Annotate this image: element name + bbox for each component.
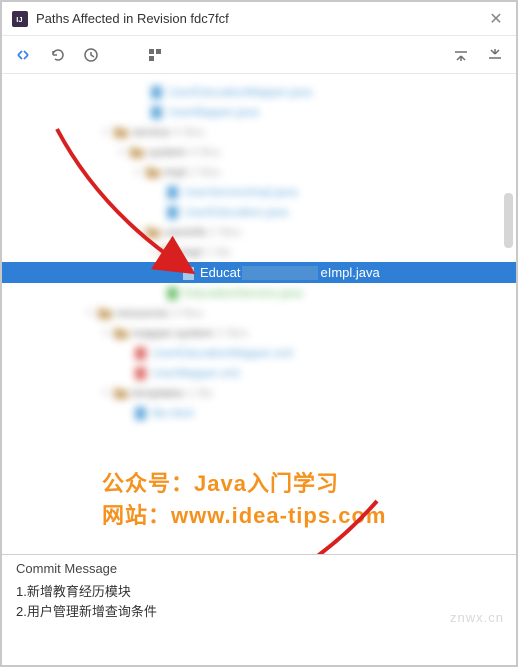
commit-header: Commit Message [16,561,502,576]
window-title: Paths Affected in Revision fdc7fcf [36,11,486,26]
tree-file-selected[interactable]: Educat eImpl.java [2,262,516,283]
tree-file[interactable]: UserEducationMapper.xml [2,343,516,363]
selected-filename-end: eImpl.java [320,265,379,280]
tree-folder[interactable]: ▽resources 3 files [2,303,516,323]
svg-text:IJ: IJ [16,15,22,24]
watermark: znwx.cn [450,610,504,625]
tree-folder[interactable]: ▽impl 1 file [2,242,516,262]
toolbar [2,36,516,74]
history-icon[interactable] [82,46,100,64]
tree-folder[interactable]: ▽userinfo 2 files [2,222,516,242]
commit-line-2: 2.用户管理新增查询条件 [16,602,502,622]
compare-icon[interactable] [14,46,32,64]
tree-file[interactable]: UserServiceImpl.java [2,182,516,202]
collapse-icon[interactable] [486,46,504,64]
tree-file[interactable]: UserMapper.xml [2,363,516,383]
commit-message-section: Commit Message 1.新增教育经历模块 2.用户管理新增查询条件 [2,554,516,631]
java-file-icon [182,266,196,280]
selected-filename-start: Educat [200,265,240,280]
tree-folder[interactable]: ▽system 4 files [2,142,516,162]
tree-file[interactable]: UserEducationMapper.java [2,82,516,102]
overlay-text-1: 公众号：Java入门学习 [102,466,339,498]
scrollbar[interactable] [503,78,513,550]
tree-folder[interactable]: ▽mapper.system 2 files [2,323,516,343]
commit-line-1: 1.新增教育经历模块 [16,582,502,602]
tree-folder[interactable]: ▽impl 2 files [2,162,516,182]
tree-folder[interactable]: ▽service 4 files [2,122,516,142]
overlay-text-2: 网站：www.idea-tips.com [102,498,386,530]
tree-folder[interactable]: ▽templates 1 file [2,383,516,403]
tree-file[interactable]: file.html [2,403,516,423]
file-tree[interactable]: UserEducationMapper.java UserMapper.java… [2,74,516,554]
app-icon: IJ [12,11,28,27]
undo-icon[interactable] [48,46,66,64]
tree-file[interactable]: UserMapper.java [2,102,516,122]
group-icon[interactable] [146,46,164,64]
expand-icon[interactable] [452,46,470,64]
close-icon[interactable]: ✕ [486,9,506,29]
tree-file[interactable]: UserEducation.java [2,202,516,222]
obscured-segment [242,266,318,280]
titlebar: IJ Paths Affected in Revision fdc7fcf ✕ [2,2,516,36]
scrollbar-thumb[interactable] [504,193,513,248]
tree-file[interactable]: EducationService.java [2,283,516,303]
